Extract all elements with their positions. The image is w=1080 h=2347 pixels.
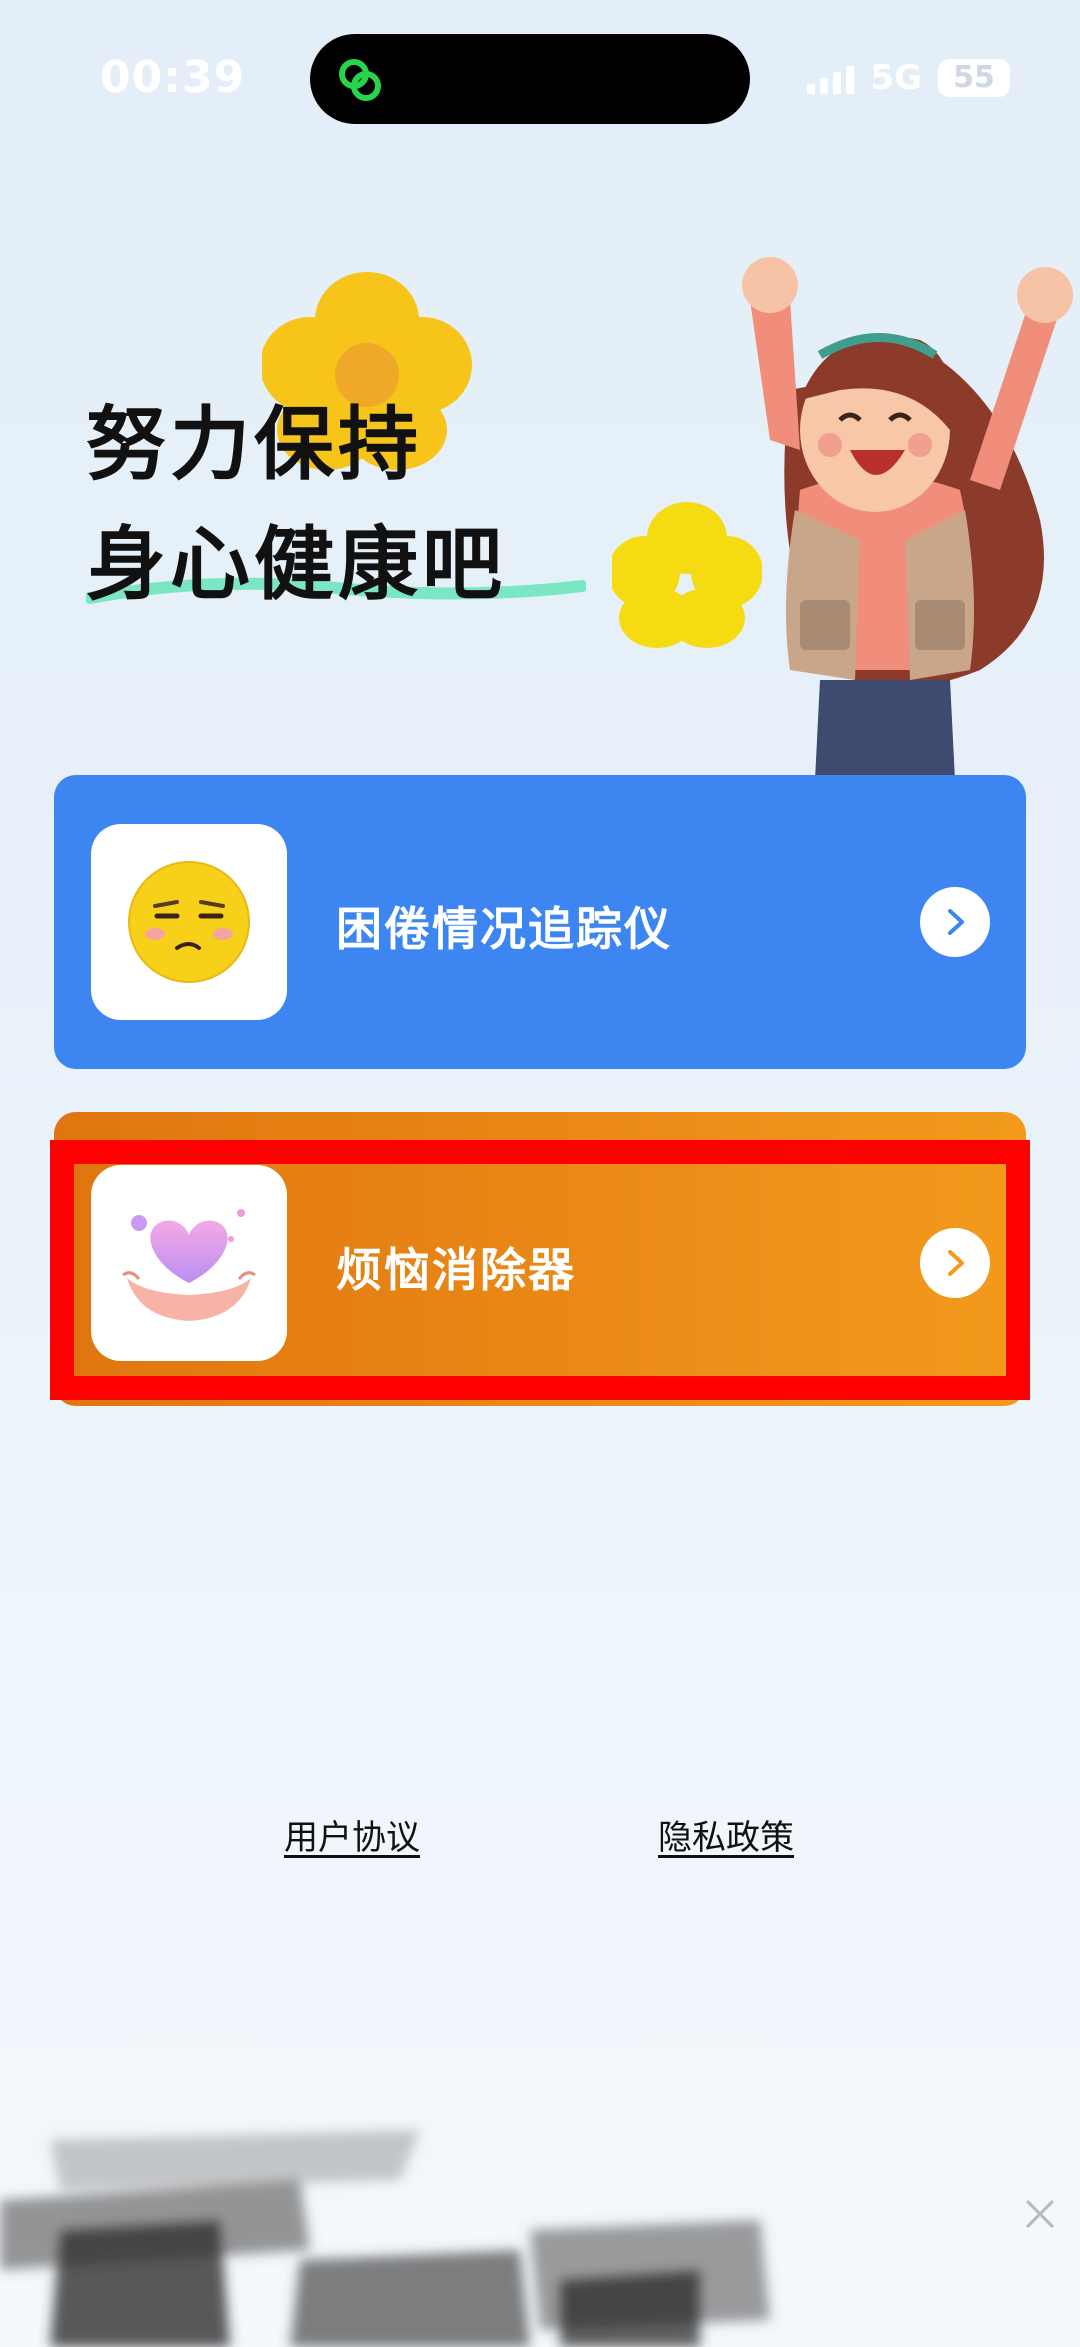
headline-line-2: 身心健康吧 — [86, 518, 506, 611]
battery-icon: 55 — [938, 59, 1010, 97]
headline-line-1: 努力保持 — [86, 398, 422, 491]
status-indicators: 5G 55 — [807, 58, 1010, 98]
privacy-policy-link[interactable]: 隐私政策 — [658, 1810, 794, 1859]
heart-in-hands-icon — [122, 1209, 256, 1321]
chevron-right-icon[interactable] — [920, 1228, 990, 1298]
card-label: 烦恼消除器 — [336, 1243, 576, 1297]
card-thumbnail — [91, 1165, 287, 1361]
link-rings-icon — [339, 59, 381, 101]
close-icon[interactable] — [1022, 2196, 1058, 2232]
cheering-girl-illustration — [742, 257, 1073, 780]
pencil-smudge-decoration — [0, 2130, 770, 2347]
chevron-right-icon[interactable] — [920, 887, 990, 957]
worry-eraser-card[interactable]: 烦恼消除器 — [54, 1112, 1026, 1406]
sleepy-face-icon — [128, 861, 250, 983]
dynamic-island — [310, 34, 750, 124]
network-type: 5G — [870, 58, 922, 98]
hero-banner: 努力保持 身心健康吧 — [0, 140, 1080, 780]
card-thumbnail — [91, 824, 287, 1020]
user-agreement-link[interactable]: 用户协议 — [284, 1810, 420, 1859]
card-label: 困倦情况追踪仪 — [336, 902, 672, 956]
sleepiness-tracker-card[interactable]: 困倦情况追踪仪 — [54, 775, 1026, 1069]
status-time: 00:39 — [100, 52, 246, 103]
signal-icon — [807, 62, 855, 94]
